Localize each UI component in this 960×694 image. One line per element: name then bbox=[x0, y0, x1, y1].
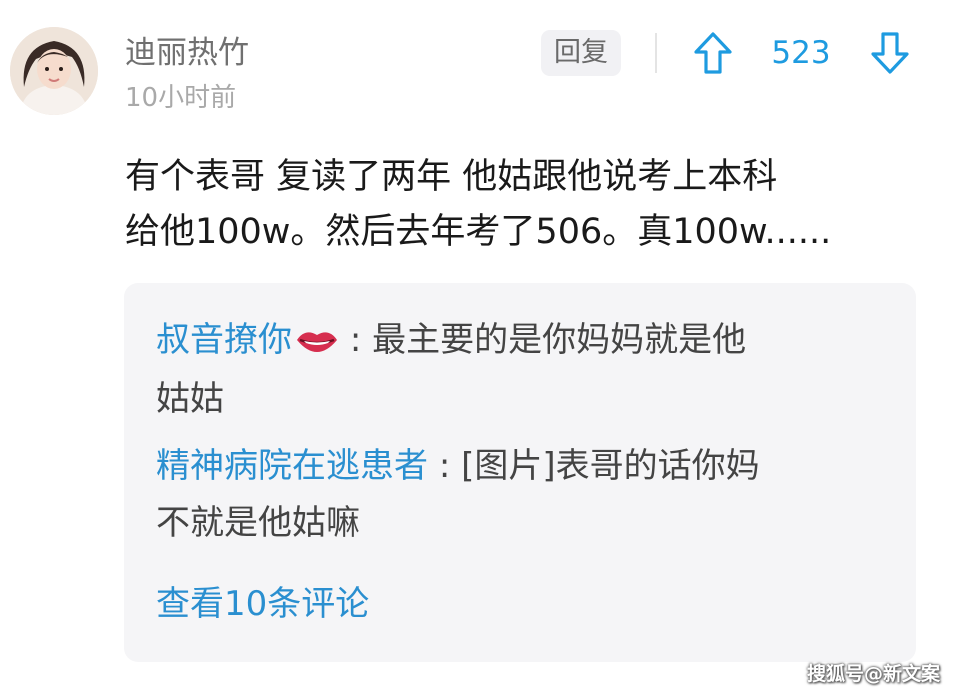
downvote-icon[interactable] bbox=[870, 31, 910, 75]
timestamp: 10小时前 bbox=[125, 83, 237, 113]
upvote-icon[interactable] bbox=[693, 31, 733, 75]
lips-icon bbox=[295, 314, 339, 371]
comment-text: 有个表哥 复读了两年 他姑跟他说考上本科 给他100w。然后去年考了506。真1… bbox=[125, 150, 925, 260]
reply-item[interactable]: 叔音撩你 : 最主要的是你妈妈就是他 姑姑 bbox=[156, 312, 896, 428]
reply-text: 不就是他姑嘛 bbox=[156, 503, 360, 543]
reply-preview-box: 叔音撩你 : 最主要的是你妈妈就是他 姑姑 精神病院在逃患者 : [图片]表哥的… bbox=[124, 283, 916, 662]
reply-separator: : bbox=[349, 320, 362, 360]
reply-item[interactable]: 精神病院在逃患者 : [图片]表哥的话你妈 不就是他姑嘛 bbox=[156, 438, 896, 552]
reply-author[interactable]: 叔音撩你 bbox=[156, 320, 292, 360]
reply-text: [图片]表哥的话你妈 bbox=[461, 446, 760, 486]
username[interactable]: 迪丽热竹 bbox=[125, 33, 249, 73]
reply-separator: : bbox=[438, 446, 451, 486]
view-more-comments-link[interactable]: 查看10条评论 bbox=[156, 578, 369, 630]
comment-line: 有个表哥 复读了两年 他姑跟他说考上本科 bbox=[125, 157, 778, 197]
reply-text: 最主要的是你妈妈就是他 bbox=[372, 320, 747, 360]
reply-text: 姑姑 bbox=[156, 379, 224, 419]
divider bbox=[655, 33, 657, 73]
vote-count: 523 bbox=[771, 35, 831, 71]
comment-line: 给他100w。然后去年考了506。真100w...... bbox=[125, 212, 832, 252]
reply-author[interactable]: 精神病院在逃患者 bbox=[156, 446, 428, 486]
watermark: 搜狐号@新文案 bbox=[806, 663, 940, 685]
avatar-image bbox=[10, 27, 98, 115]
reply-button[interactable]: 回复 bbox=[541, 30, 621, 76]
avatar[interactable] bbox=[10, 27, 98, 115]
